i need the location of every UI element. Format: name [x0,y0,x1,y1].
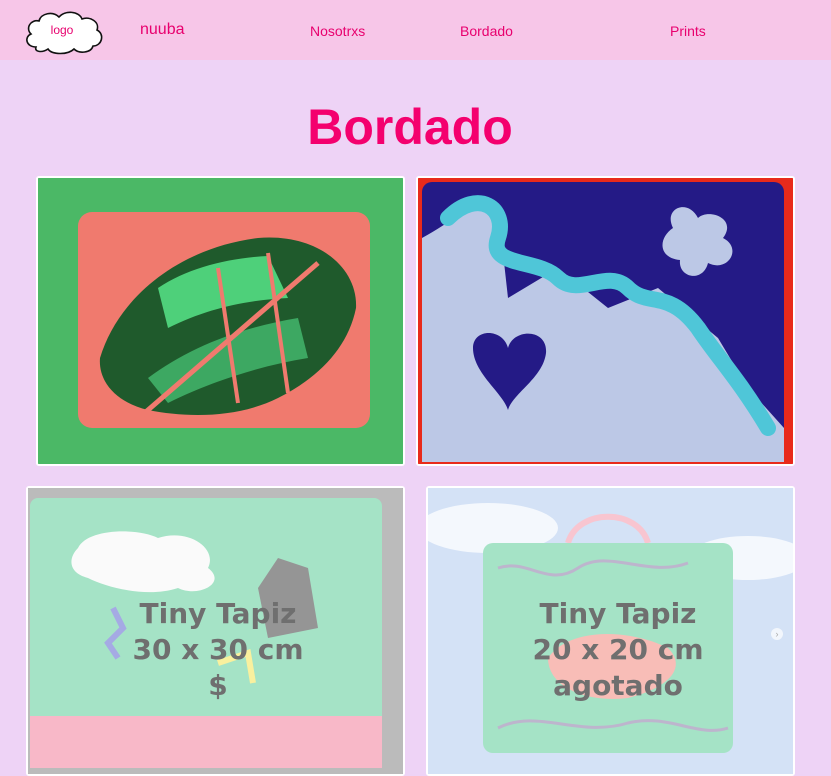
product-size: 20 x 20 cm [532,633,704,666]
logo-text: logo [50,23,74,37]
product-info: Tiny Tapiz 30 x 30 cm $ [28,596,403,704]
product-name: Tiny Tapiz [139,597,297,630]
product-card-leaf[interactable] [36,176,405,466]
page-title: Bordado [307,99,513,155]
product-card-tiny-tapiz-20[interactable]: Tiny Tapiz 20 x 20 cm agotado › [426,486,795,776]
product-size: 30 x 30 cm [132,633,304,666]
product-name: Tiny Tapiz [539,597,697,630]
logo-cloud[interactable]: logo [22,9,106,55]
nav-link-prints[interactable]: Prints [670,23,706,39]
top-nav: logo nuuba Nosotrxs Bordado Prints [0,0,831,60]
waves-rug-image [418,178,793,464]
product-status: agotado [553,669,683,702]
chevron-right-icon[interactable]: › [771,628,783,640]
brand-link[interactable]: nuuba [140,21,185,39]
product-card-waves[interactable] [416,176,795,466]
nav-link-bordado[interactable]: Bordado [460,23,513,39]
leaf-rug-image [38,178,403,464]
nav-link-nosotrxs[interactable]: Nosotrxs [310,23,365,39]
product-info: Tiny Tapiz 20 x 20 cm agotado [428,596,793,704]
product-card-tiny-tapiz-30[interactable]: Tiny Tapiz 30 x 30 cm $ [26,486,405,776]
product-price: $ [208,669,228,702]
